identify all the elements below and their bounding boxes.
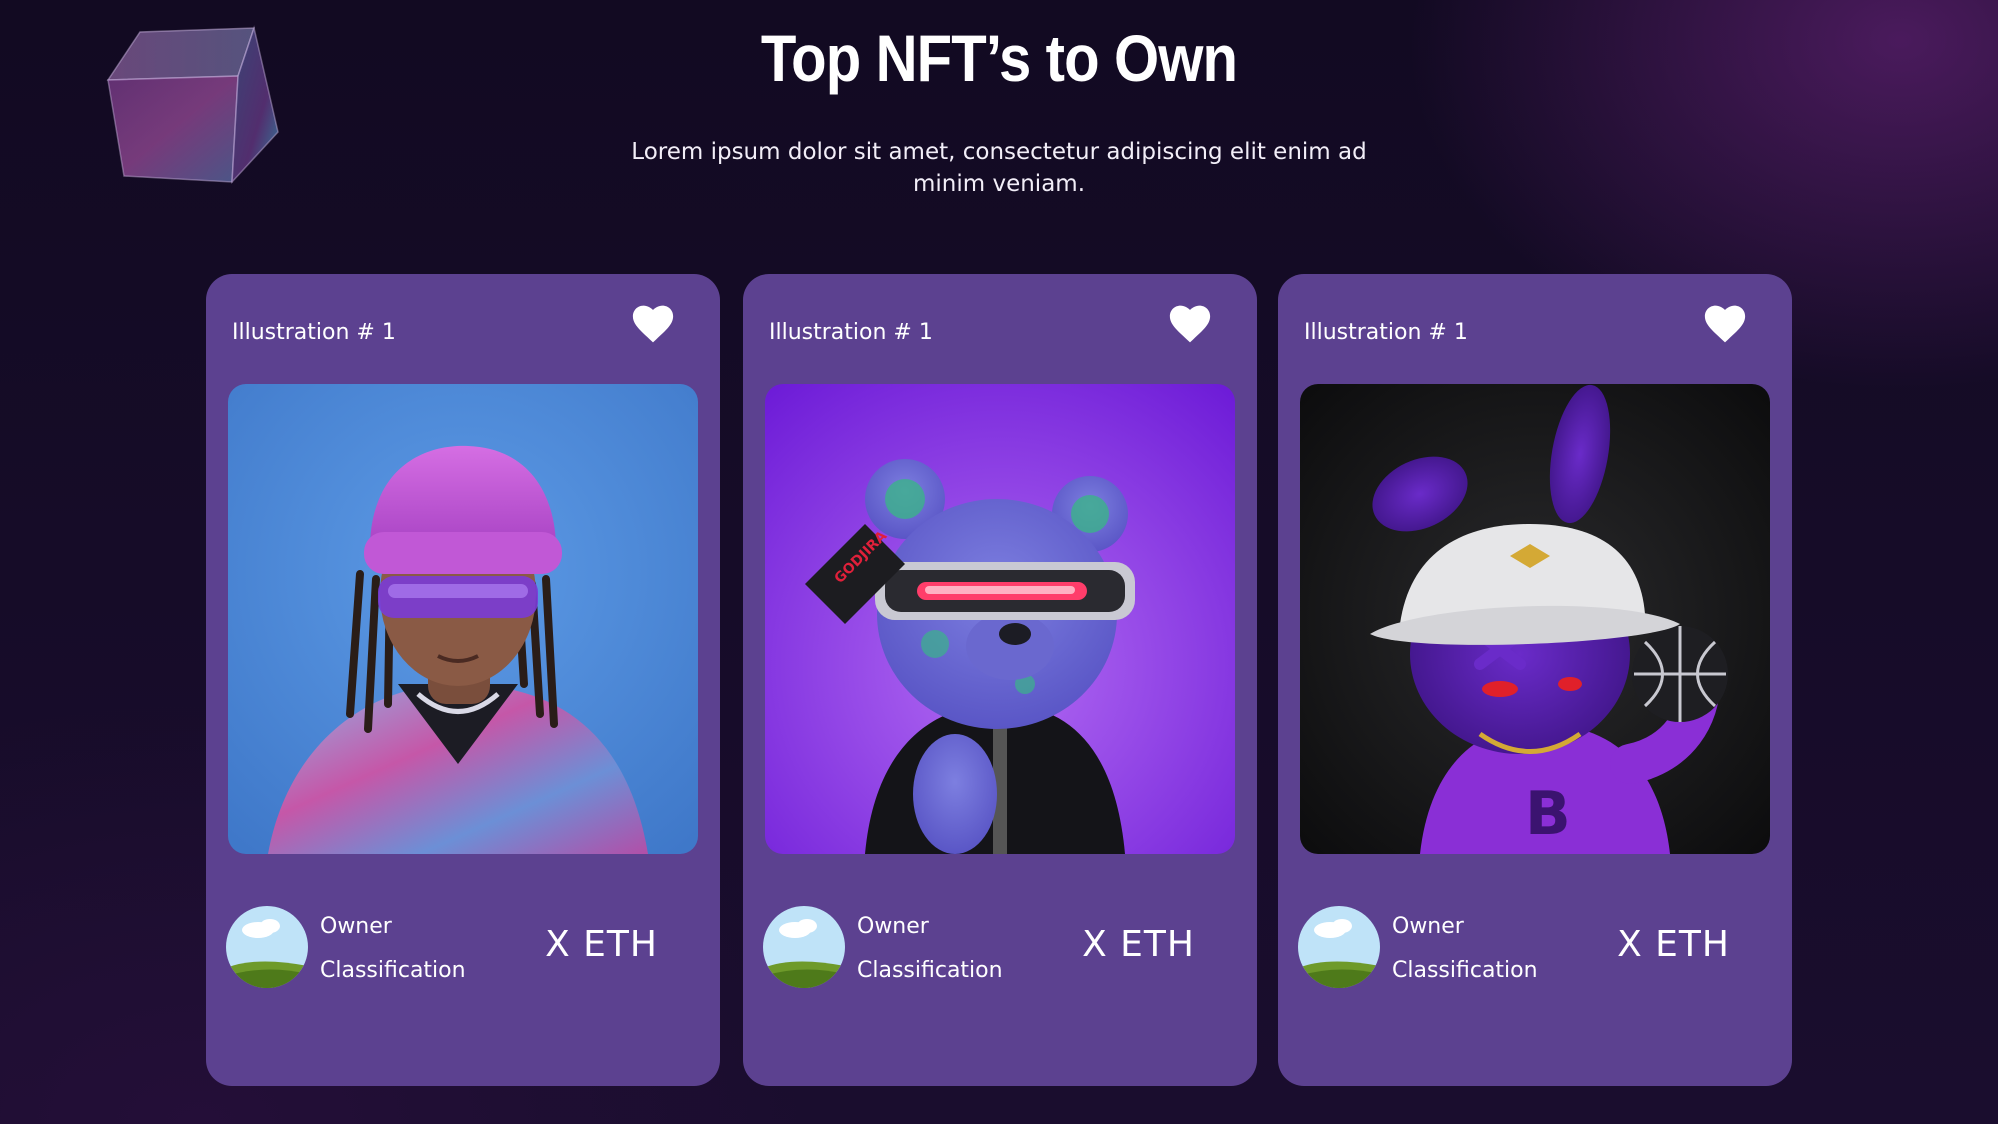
price-label: X ETH — [1082, 924, 1195, 965]
avatar[interactable] — [1298, 906, 1380, 988]
card-title: Illustration # 1 — [769, 320, 933, 345]
nft-image[interactable]: GODJIRA — [765, 384, 1235, 854]
classification-label: Classification — [857, 958, 1003, 983]
nft-image[interactable]: B — [1300, 384, 1770, 854]
heart-icon[interactable] — [1704, 304, 1746, 344]
avatar[interactable] — [763, 906, 845, 988]
card-meta: Owner Classification X ETH — [763, 906, 1237, 990]
nft-card-list: Illustration # 1 Owner Classification X … — [206, 274, 1792, 1086]
owner-label: Owner — [857, 914, 929, 939]
card-meta: Owner Classification X ETH — [1298, 906, 1772, 990]
card-title: Illustration # 1 — [232, 320, 396, 345]
price-label: X ETH — [1617, 924, 1730, 965]
heart-icon[interactable] — [632, 304, 674, 344]
card-title: Illustration # 1 — [1304, 320, 1468, 345]
owner-label: Owner — [320, 914, 392, 939]
heart-icon[interactable] — [1169, 304, 1211, 344]
section-header: Top NFT’s to Own Lorem ipsum dolor sit a… — [0, 18, 1998, 200]
nft-card[interactable]: Illustration # 1 — [206, 274, 720, 1086]
page-subtitle: Lorem ipsum dolor sit amet, consectetur … — [631, 139, 1367, 197]
nft-card[interactable]: Illustration # 1 B Owner Classification … — [1278, 274, 1792, 1086]
price-label: X ETH — [545, 924, 658, 965]
card-meta: Owner Classification X ETH — [226, 906, 700, 990]
page-title: Top NFT’s to Own — [760, 21, 1238, 95]
avatar[interactable] — [226, 906, 308, 988]
classification-label: Classification — [320, 958, 466, 983]
svg-text:B: B — [1525, 779, 1571, 849]
owner-label: Owner — [1392, 914, 1464, 939]
nft-image[interactable] — [228, 384, 698, 854]
nft-card[interactable]: Illustration # 1 — [743, 274, 1257, 1086]
classification-label: Classification — [1392, 958, 1538, 983]
